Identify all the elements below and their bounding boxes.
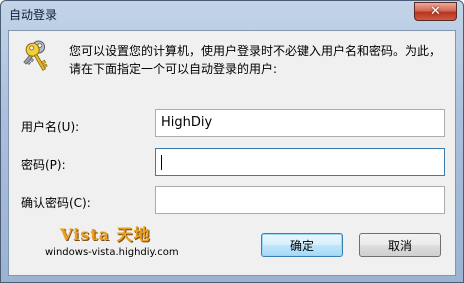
close-button[interactable]: ✕ [414,2,457,21]
autologon-dialog: 自动登录 ✕ 您可以设置您的计算机，使用户登录时不必键入用户名和密码。为此，请在… [0,0,464,283]
dialog-body: 您可以设置您的计算机，使用户登录时不必键入用户名和密码。为此，请在下面指定一个可… [8,30,456,276]
confirm-password-label: 确认密码(C): [21,196,91,210]
window-title: 自动登录 [9,8,58,22]
text-caret [161,155,162,170]
watermark-url: windows-vista.highdiy.com [45,247,179,258]
title-bar: 自动登录 ✕ [1,1,463,29]
password-label: 密码(P): [21,158,66,172]
instructions-text: 您可以设置您的计算机，使用户登录时不必键入用户名和密码。为此，请在下面指定一个可… [69,44,442,76]
username-value: HighDiy [161,115,213,130]
username-field[interactable]: HighDiy [155,109,445,137]
username-label: 用户名(U): [21,120,80,134]
close-icon: ✕ [430,4,441,19]
password-field[interactable] [155,148,445,176]
confirm-password-field[interactable] [155,186,445,214]
ok-button[interactable]: 确定 [261,233,343,257]
cancel-button[interactable]: 取消 [359,233,441,257]
watermark-logo: Vista 天地 [60,225,151,244]
keys-icon [23,40,48,71]
